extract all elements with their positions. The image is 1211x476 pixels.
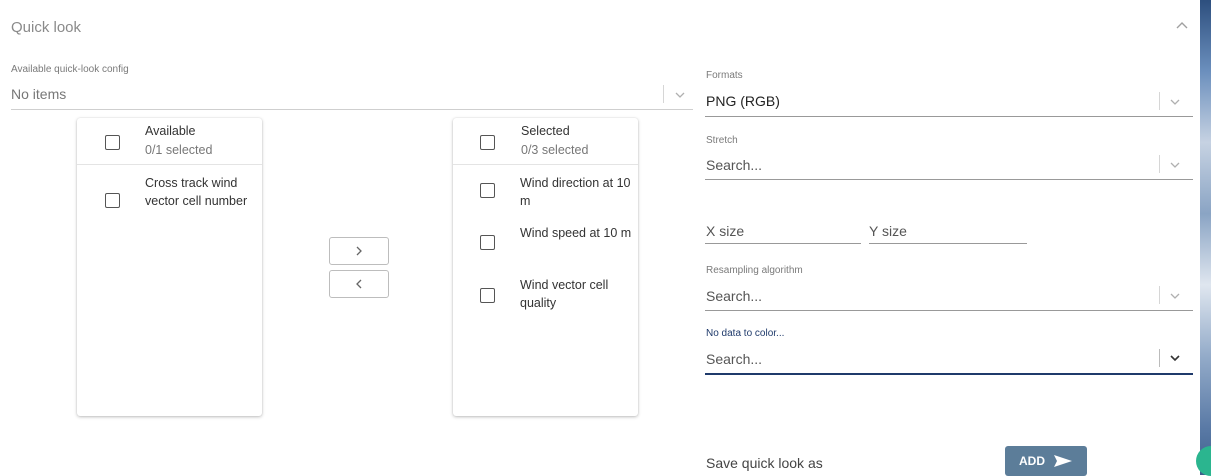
stretch-label: Stretch (706, 135, 738, 146)
stretch-underline (705, 179, 1193, 180)
chevron-left-icon (356, 279, 362, 289)
available-config-label: Available quick-look config (11, 64, 129, 75)
chevron-right-icon (356, 246, 362, 256)
selected-list-count: 0/3 selected (521, 143, 589, 157)
available-config-value[interactable]: No items (11, 86, 66, 102)
nodata-label: No data to color... (706, 328, 785, 339)
formats-underline (705, 116, 1193, 117)
chevron-down-icon[interactable] (1168, 289, 1182, 303)
selected-list-header: Selected 0/3 selected (453, 118, 638, 165)
x-size-underline (705, 243, 861, 244)
chevron-down-icon[interactable] (673, 88, 687, 102)
stretch-separator (1159, 155, 1160, 173)
available-item-label[interactable]: Cross track wind vector cell number (145, 174, 257, 210)
selected-select-all-checkbox[interactable] (480, 135, 495, 150)
add-button[interactable]: ADD (1005, 446, 1087, 476)
resampling-search-input[interactable]: Search... (706, 288, 762, 304)
chevron-down-icon[interactable] (1168, 351, 1182, 365)
nodata-underline (705, 373, 1193, 375)
send-icon (1054, 455, 1072, 467)
resampling-label: Resampling algorithm (706, 265, 803, 276)
nodata-search-input[interactable]: Search... (706, 351, 762, 367)
selected-item-label[interactable]: Wind speed at 10 m (520, 224, 635, 242)
move-right-button[interactable] (329, 237, 389, 265)
x-size-input[interactable]: X size (706, 223, 744, 239)
move-left-button[interactable] (329, 270, 389, 298)
available-list-title: Available (145, 124, 196, 138)
formats-label: Formats (706, 70, 743, 81)
selected-list-title: Selected (521, 124, 570, 138)
y-size-input[interactable]: Y size (869, 223, 907, 239)
resampling-separator (1159, 286, 1160, 304)
chat-fab-button[interactable] (1196, 446, 1211, 476)
available-config-separator (663, 85, 664, 103)
available-select-all-checkbox[interactable] (105, 135, 120, 150)
chevron-down-icon[interactable] (1168, 158, 1182, 172)
y-size-underline (869, 243, 1027, 244)
selected-list-panel: Selected 0/3 selected Wind direction at … (453, 118, 638, 416)
available-config-underline (11, 109, 693, 110)
selected-item-checkbox[interactable] (480, 235, 495, 250)
background-earth-image (1200, 0, 1211, 475)
collapse-chevron-up-icon[interactable] (1174, 18, 1190, 34)
selected-item-checkbox[interactable] (480, 183, 495, 198)
chevron-down-icon[interactable] (1168, 95, 1182, 109)
section-title: Quick look (11, 19, 82, 36)
available-list-count: 0/1 selected (145, 143, 213, 157)
save-quick-look-label: Save quick look as (706, 455, 823, 471)
available-list-header: Available 0/1 selected (77, 118, 262, 165)
stretch-search-input[interactable]: Search... (706, 157, 762, 173)
formats-separator (1159, 92, 1160, 110)
selected-item-checkbox[interactable] (480, 288, 495, 303)
formats-value[interactable]: PNG (RGB) (706, 93, 780, 109)
available-list-panel: Available 0/1 selected Cross track wind … (77, 118, 262, 416)
add-button-label: ADD (1019, 454, 1045, 468)
resampling-underline (705, 310, 1193, 311)
selected-item-label[interactable]: Wind vector cell quality (520, 276, 635, 312)
available-item-checkbox[interactable] (105, 193, 120, 208)
selected-item-label[interactable]: Wind direction at 10 m (520, 174, 635, 210)
nodata-separator (1159, 349, 1160, 367)
